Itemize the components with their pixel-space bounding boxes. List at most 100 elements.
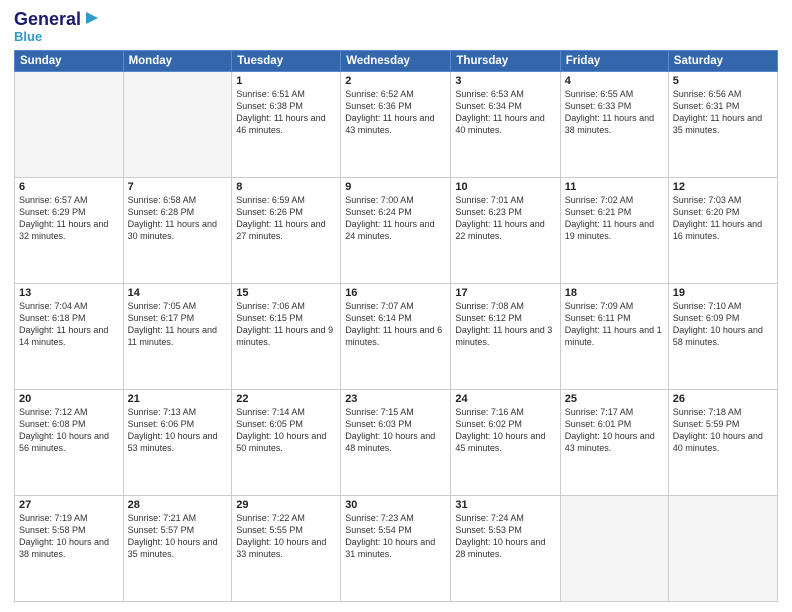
day-info: Sunrise: 7:05 AMSunset: 6:17 PMDaylight:… [128, 300, 228, 349]
day-info: Sunrise: 6:55 AMSunset: 6:33 PMDaylight:… [565, 88, 664, 137]
day-number: 27 [19, 499, 119, 511]
day-info: Sunrise: 7:07 AMSunset: 6:14 PMDaylight:… [345, 300, 446, 349]
day-info: Sunrise: 7:00 AMSunset: 6:24 PMDaylight:… [345, 194, 446, 243]
calendar-cell: 20Sunrise: 7:12 AMSunset: 6:08 PMDayligh… [15, 389, 124, 495]
day-info: Sunrise: 6:57 AMSunset: 6:29 PMDaylight:… [19, 194, 119, 243]
daylight-label: Daylight: 11 hours and 16 minutes. [673, 219, 762, 241]
day-info: Sunrise: 7:14 AMSunset: 6:05 PMDaylight:… [236, 406, 336, 455]
sunset-label: Sunset: 6:33 PM [565, 101, 632, 111]
sunset-label: Sunset: 6:12 PM [455, 313, 522, 323]
sunset-label: Sunset: 5:58 PM [19, 525, 86, 535]
calendar: Sunday Monday Tuesday Wednesday Thursday… [14, 50, 778, 602]
day-info: Sunrise: 7:04 AM Sunset: 6:18 PM Daylight:… [19, 300, 119, 349]
day-number: 5 [673, 75, 773, 87]
calendar-cell: 23Sunrise: 7:15 AMSunset: 6:03 PMDayligh… [341, 389, 451, 495]
sunset-label: Sunset: 6:36 PM [345, 101, 412, 111]
calendar-cell [668, 495, 777, 601]
daylight-label: Daylight: 10 hours and 35 minutes. [128, 537, 218, 559]
calendar-week-row: 20Sunrise: 7:12 AMSunset: 6:08 PMDayligh… [15, 389, 778, 495]
calendar-header-row: Sunday Monday Tuesday Wednesday Thursday… [15, 50, 778, 71]
day-info: Sunrise: 7:24 AMSunset: 5:53 PMDaylight:… [455, 512, 555, 561]
header: General Blue [14, 10, 778, 44]
day-number: 3 [455, 75, 555, 87]
day-number: 15 [236, 287, 336, 299]
daylight-label: Daylight: 10 hours and 38 minutes. [19, 537, 109, 559]
daylight-label: Daylight: 11 hours and 14 minutes. [19, 325, 108, 347]
calendar-cell: 18Sunrise: 7:09 AMSunset: 6:11 PMDayligh… [560, 283, 668, 389]
calendar-cell: 30Sunrise: 7:23 AMSunset: 5:54 PMDayligh… [341, 495, 451, 601]
logo-arrow-icon [84, 10, 100, 31]
sunrise-label: Sunrise: 7:19 AM [19, 513, 88, 523]
daylight-label: Daylight: 11 hours and 22 minutes. [455, 219, 544, 241]
calendar-cell: 1Sunrise: 6:51 AMSunset: 6:38 PMDaylight… [232, 71, 341, 177]
day-number: 26 [673, 393, 773, 405]
calendar-week-row: 27 Sunrise: 7:19 AM Sunset: 5:58 PM Dayligh… [15, 495, 778, 601]
calendar-cell: 19Sunrise: 7:10 AMSunset: 6:09 PMDayligh… [668, 283, 777, 389]
day-number: 25 [565, 393, 664, 405]
sunrise-label: Sunrise: 7:05 AM [128, 301, 197, 311]
day-number: 17 [455, 287, 555, 299]
day-info: Sunrise: 7:22 AMSunset: 5:55 PMDaylight:… [236, 512, 336, 561]
sunset-label: Sunset: 6:02 PM [455, 419, 522, 429]
sunrise-label: Sunrise: 7:12 AM [19, 407, 88, 417]
day-number: 10 [455, 181, 555, 193]
sunset-label: Sunset: 6:08 PM [19, 419, 86, 429]
sunset-label: Sunset: 6:23 PM [455, 207, 522, 217]
sunset-label: Sunset: 6:28 PM [128, 207, 195, 217]
sunrise-label: Sunrise: 7:16 AM [455, 407, 524, 417]
sunrise-label: Sunrise: 7:18 AM [673, 407, 742, 417]
sunrise-label: Sunrise: 7:21 AM [128, 513, 197, 523]
sunrise-label: Sunrise: 7:03 AM [673, 195, 742, 205]
calendar-cell: 2Sunrise: 6:52 AMSunset: 6:36 PMDaylight… [341, 71, 451, 177]
logo-general: General [14, 10, 100, 31]
daylight-label: Daylight: 11 hours and 3 minutes. [455, 325, 552, 347]
calendar-cell: 13 Sunrise: 7:04 AM Sunset: 6:18 PM Dayligh… [15, 283, 124, 389]
day-number: 6 [19, 181, 119, 193]
daylight-label: Daylight: 10 hours and 53 minutes. [128, 431, 218, 453]
day-info: Sunrise: 7:09 AMSunset: 6:11 PMDaylight:… [565, 300, 664, 349]
sunrise-label: Sunrise: 6:52 AM [345, 89, 414, 99]
day-number: 30 [345, 499, 446, 511]
sunrise-label: Sunrise: 7:04 AM [19, 301, 88, 311]
daylight-label: Daylight: 11 hours and 24 minutes. [345, 219, 434, 241]
sunset-label: Sunset: 6:06 PM [128, 419, 195, 429]
calendar-cell: 6Sunrise: 6:57 AMSunset: 6:29 PMDaylight… [15, 177, 124, 283]
daylight-label: Daylight: 10 hours and 43 minutes. [565, 431, 655, 453]
daylight-label: Daylight: 10 hours and 58 minutes. [673, 325, 763, 347]
sunrise-label: Sunrise: 7:22 AM [236, 513, 305, 523]
day-number: 13 [19, 287, 119, 299]
calendar-cell: 3Sunrise: 6:53 AMSunset: 6:34 PMDaylight… [451, 71, 560, 177]
day-info: Sunrise: 6:53 AMSunset: 6:34 PMDaylight:… [455, 88, 555, 137]
sunset-label: Sunset: 5:55 PM [236, 525, 303, 535]
day-number: 19 [673, 287, 773, 299]
sunrise-label: Sunrise: 7:07 AM [345, 301, 414, 311]
day-number: 1 [236, 75, 336, 87]
day-number: 7 [128, 181, 228, 193]
sunset-label: Sunset: 6:09 PM [673, 313, 740, 323]
sunset-label: Sunset: 6:11 PM [565, 313, 631, 323]
sunrise-label: Sunrise: 7:14 AM [236, 407, 305, 417]
daylight-label: Daylight: 11 hours and 35 minutes. [673, 113, 762, 135]
day-number: 21 [128, 393, 228, 405]
col-thursday: Thursday [451, 50, 560, 71]
sunrise-label: Sunrise: 7:15 AM [345, 407, 414, 417]
calendar-cell: 26Sunrise: 7:18 AMSunset: 5:59 PMDayligh… [668, 389, 777, 495]
day-info: Sunrise: 6:59 AMSunset: 6:26 PMDaylight:… [236, 194, 336, 243]
calendar-cell: 12Sunrise: 7:03 AMSunset: 6:20 PMDayligh… [668, 177, 777, 283]
day-info: Sunrise: 7:10 AMSunset: 6:09 PMDaylight:… [673, 300, 773, 349]
sunrise-label: Sunrise: 7:08 AM [455, 301, 524, 311]
sunset-label: Sunset: 6:14 PM [345, 313, 412, 323]
calendar-cell: 28Sunrise: 7:21 AMSunset: 5:57 PMDayligh… [123, 495, 232, 601]
day-number: 14 [128, 287, 228, 299]
sunset-label: Sunset: 6:17 PM [128, 313, 195, 323]
daylight-label: Daylight: 11 hours and 9 minutes. [236, 325, 333, 347]
daylight-label: Daylight: 10 hours and 45 minutes. [455, 431, 545, 453]
sunset-label: Sunset: 6:18 PM [19, 313, 86, 323]
sunset-label: Sunset: 6:38 PM [236, 101, 303, 111]
sunrise-label: Sunrise: 7:00 AM [345, 195, 414, 205]
calendar-week-row: 6Sunrise: 6:57 AMSunset: 6:29 PMDaylight… [15, 177, 778, 283]
daylight-label: Daylight: 11 hours and 1 minute. [565, 325, 662, 347]
day-number: 29 [236, 499, 336, 511]
calendar-cell: 17 Sunrise: 7:08 AM Sunset: 6:12 PM Dayligh… [451, 283, 560, 389]
day-number: 28 [128, 499, 228, 511]
